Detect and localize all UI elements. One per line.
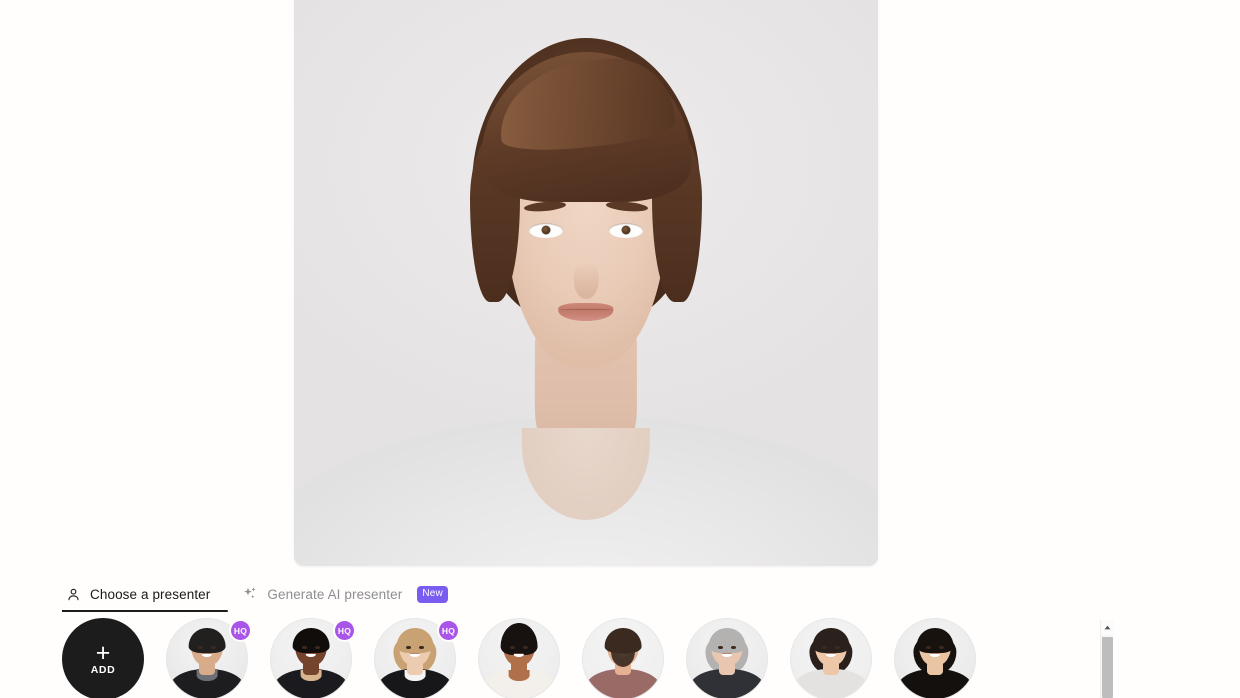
hq-badge: HQ: [231, 621, 250, 640]
presenter-picker-app: Choose a presenter Generate AI presenter…: [0, 0, 1240, 698]
preview-lip-line: [559, 308, 613, 310]
presenter-slot: [582, 618, 664, 698]
preview-eye-left: [528, 222, 563, 238]
thumbnail-eye-right: [419, 646, 424, 649]
thumbnail-eye-right: [315, 646, 320, 649]
tab-generate-ai-presenter[interactable]: Generate AI presenter New: [239, 578, 451, 612]
thumbnail-eye-left: [510, 646, 515, 649]
hq-badge: HQ: [335, 621, 354, 640]
add-presenter-button[interactable]: + ADD: [62, 618, 144, 698]
tab-label-choose-a-presenter: Choose a presenter: [90, 586, 211, 602]
presenter-avatar[interactable]: [894, 618, 976, 698]
thumbnail-eye-left: [822, 646, 827, 649]
thumbnail-eye-left: [406, 646, 411, 649]
thumbnail-eye-right: [835, 646, 840, 649]
presenter-thumbnail-art: [791, 619, 871, 698]
presenter-thumbnail-art: [895, 619, 975, 698]
scroll-up-button[interactable]: [1101, 620, 1114, 635]
tab-choose-a-presenter[interactable]: Choose a presenter: [62, 578, 214, 612]
chevron-up-icon: [1104, 625, 1111, 630]
thumbnail-eye-right: [731, 646, 736, 649]
presenter-slot: [894, 618, 976, 698]
presenter-slot: HQ: [270, 618, 354, 698]
presenter-thumbnail-art: [583, 619, 663, 698]
preview-nose: [573, 261, 599, 300]
presenter-avatar[interactable]: [790, 618, 872, 698]
presenter-tab-bar: Choose a presenter Generate AI presenter…: [62, 578, 451, 612]
thumbnail-eye-left: [718, 646, 723, 649]
presenter-slot: [686, 618, 768, 698]
active-tab-underline: [62, 610, 228, 612]
sparkles-icon: [242, 586, 258, 602]
thumbnail-eye-right: [939, 646, 944, 649]
presenter-preview-photo: [294, 0, 878, 566]
presenter-avatar[interactable]: [478, 618, 560, 698]
presenter-avatar[interactable]: [582, 618, 664, 698]
new-badge: New: [417, 585, 448, 603]
hq-badge: HQ: [439, 621, 458, 640]
presenter-avatar[interactable]: [686, 618, 768, 698]
scrollbar-thumb[interactable]: [1102, 637, 1113, 698]
tab-label-generate-ai-presenter: Generate AI presenter: [267, 586, 403, 602]
preview-eye-right: [609, 222, 644, 238]
presenter-preview-stage[interactable]: [294, 0, 878, 566]
add-button-label: ADD: [90, 663, 116, 676]
presenter-rail-scrollbar[interactable]: [1100, 620, 1114, 698]
thumbnail-eye-left: [302, 646, 307, 649]
presenter-selection-panel: Choose a presenter Generate AI presenter…: [0, 578, 1240, 698]
presenter-thumbnail-art: [687, 619, 767, 698]
presenter-thumbnail-art: [479, 619, 559, 698]
presenter-slot: HQ: [374, 618, 458, 698]
presenter-slot: [478, 618, 560, 698]
plus-icon: +: [95, 638, 111, 667]
thumbnail-eye-right: [523, 646, 528, 649]
thumbnail-eye-right: [211, 646, 216, 649]
thumbnail-eye-left: [926, 646, 931, 649]
presenter-avatar-rail[interactable]: + ADD HQ HQ HQ: [62, 618, 1090, 698]
add-presenter-slot: + ADD: [62, 618, 144, 698]
presenter-slot: [790, 618, 872, 698]
thumbnail-eye-left: [198, 646, 203, 649]
presenter-slot: HQ: [166, 618, 250, 698]
user-icon: [65, 586, 81, 602]
